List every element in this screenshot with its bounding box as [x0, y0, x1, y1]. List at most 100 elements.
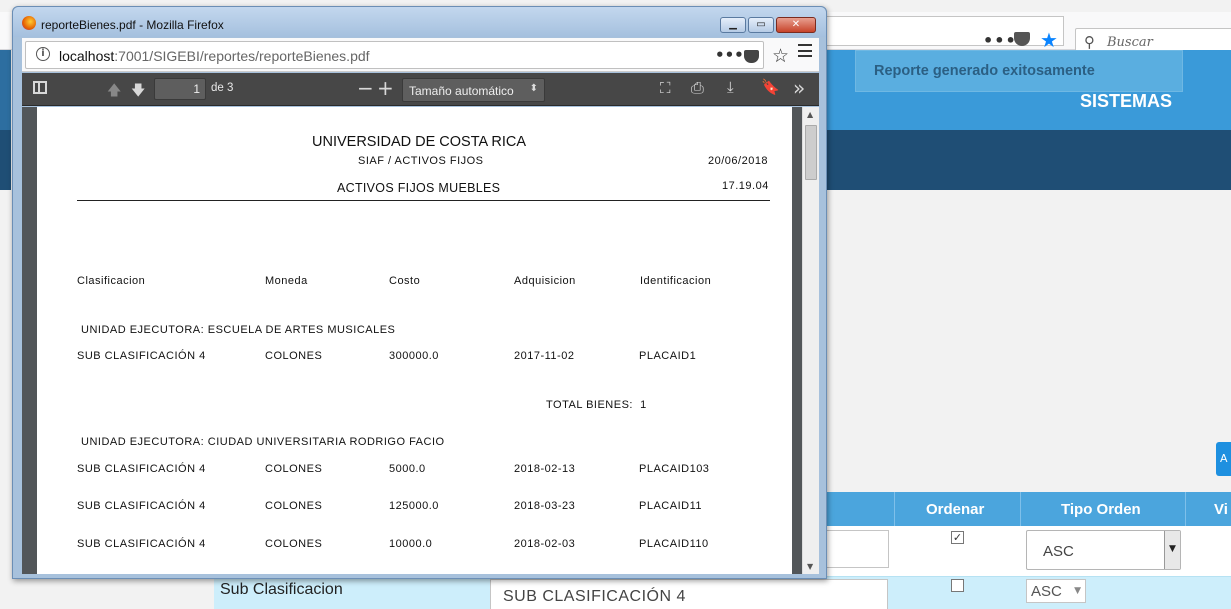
- table-header-row: Ordenar Tipo Orden Vi: [826, 492, 1231, 526]
- bg-action-button[interactable]: A: [1216, 442, 1231, 476]
- col-clasificacion: Clasificacion: [77, 275, 146, 287]
- bg-action-button-label: A: [1220, 452, 1228, 465]
- maximize-button[interactable]: ▭: [748, 17, 774, 33]
- tipo-orden-select-row1[interactable]: ASC ▼: [1026, 530, 1181, 570]
- cell-identificacion: PLACAID1: [639, 350, 697, 362]
- bg-bookmark-star-icon[interactable]: ★: [1040, 28, 1058, 52]
- previous-page-icon[interactable]: 🡅: [107, 80, 121, 104]
- toast-message: Reporte generado exitosamente: [874, 63, 1095, 79]
- col-moneda: Moneda: [265, 275, 308, 287]
- page-count: de 3: [211, 82, 234, 94]
- firefox-icon: [22, 16, 36, 30]
- row2-value-field[interactable]: SUB CLASIFICACIÓN 4: [490, 579, 888, 609]
- bg-navbar: [826, 130, 1231, 190]
- doc-system: SIAF / ACTIVOS FIJOS: [358, 155, 484, 167]
- tipo-orden-select-row2[interactable]: ASC ▼: [1026, 579, 1086, 603]
- window-title: reporteBienes.pdf - Mozilla Firefox: [41, 18, 224, 32]
- cell-moneda: COLONES: [265, 463, 323, 475]
- url-host: localhost: [59, 48, 115, 64]
- pdf-page: UNIVERSIDAD DE COSTA RICA SIAF / ACTIVOS…: [37, 107, 792, 574]
- brand-label: SISTEMAS: [1080, 91, 1173, 111]
- url-field[interactable]: i localhost:7001/SIGEBI/reportes/reporte…: [25, 41, 789, 69]
- cell-adquisicion: 2017-11-02: [514, 350, 575, 362]
- chevron-down-icon: ▼: [1074, 586, 1081, 596]
- group-total: TOTAL BIENES: 1: [546, 399, 647, 411]
- pdf-viewer[interactable]: UNIVERSIDAD DE COSTA RICA SIAF / ACTIVOS…: [22, 107, 819, 574]
- close-icon: ✕: [791, 19, 801, 30]
- cell-moneda: COLONES: [265, 538, 323, 550]
- cell-identificacion: PLACAID103: [639, 463, 710, 475]
- cell-adquisicion: 2018-03-23: [514, 500, 576, 512]
- search-icon: ⚲: [1084, 33, 1095, 51]
- cell-identificacion: PLACAID110: [639, 538, 709, 550]
- bookmark-star-icon[interactable]: ☆: [772, 45, 789, 67]
- cell-clasificacion: SUB CLASIFICACIÓN 4: [77, 350, 206, 362]
- hamburger-menu-icon[interactable]: [798, 44, 812, 57]
- cell-costo: 5000.0: [389, 463, 426, 475]
- next-page-icon[interactable]: 🡇: [131, 80, 145, 104]
- group-heading: UNIDAD EJECUTORA: ESCUELA DE ARTES MUSIC…: [81, 324, 396, 336]
- pdf-popup-window: reporteBienes.pdf - Mozilla Firefox ▁ ▭ …: [12, 6, 827, 579]
- bookmark-icon[interactable]: 🔖: [761, 78, 780, 96]
- success-toast: Reporte generado exitosamente: [855, 50, 1183, 92]
- cell-costo: 300000.0: [389, 350, 439, 362]
- zoom-value: Tamaño automático: [409, 84, 514, 98]
- row2-label: Sub Clasificacion: [220, 581, 343, 598]
- row2-value: SUB CLASIFICACIÓN 4: [503, 588, 686, 605]
- group-heading: UNIDAD EJECUTORA: CIUDAD UNIVERSITARIA R…: [81, 436, 445, 448]
- bg-search-placeholder: Buscar: [1107, 35, 1153, 50]
- cell-clasificacion: SUB CLASIFICACIÓN 4: [77, 538, 206, 550]
- bg-page-actions-icon[interactable]: •••: [983, 31, 1017, 50]
- close-button[interactable]: ✕: [776, 17, 816, 33]
- zoom-select[interactable]: Tamaño automático ⬍: [402, 78, 545, 102]
- page-number-input[interactable]: 1: [154, 78, 206, 100]
- scroll-down-icon[interactable]: ▼: [807, 562, 813, 571]
- ordenar-checkbox-row2[interactable]: [951, 579, 964, 592]
- maximize-icon: ▭: [756, 19, 766, 30]
- minimize-button[interactable]: ▁: [720, 17, 746, 33]
- cell-adquisicion: 2018-02-03: [514, 538, 576, 550]
- tools-chevron-icon[interactable]: »: [793, 76, 805, 100]
- cell-moneda: COLONES: [265, 500, 323, 512]
- minimize-icon: ▁: [729, 19, 737, 30]
- sidebar-toggle-icon[interactable]: [33, 81, 47, 94]
- page-actions-icon[interactable]: •••: [715, 46, 744, 64]
- zoom-out-icon[interactable]: −: [357, 76, 374, 100]
- th-ordenar[interactable]: Ordenar: [926, 501, 984, 518]
- chevron-down-icon: ▼: [1169, 544, 1176, 554]
- presentation-mode-icon[interactable]: ⛶: [660, 79, 671, 97]
- table-row: Sub Clasificacion SUB CLASIFICACIÓN 4 AS…: [214, 576, 1231, 609]
- window-titlebar[interactable]: reporteBienes.pdf - Mozilla Firefox ▁ ▭ …: [13, 7, 826, 37]
- cell-moneda: COLONES: [265, 350, 323, 362]
- select-dropdown-button[interactable]: ▼: [1164, 531, 1180, 569]
- col-costo: Costo: [389, 275, 421, 287]
- doc-time: 17.19.04: [722, 180, 769, 192]
- col-adquisicion: Adquisicion: [514, 275, 576, 287]
- pocket-icon[interactable]: [744, 50, 759, 63]
- doc-title: ACTIVOS FIJOS MUEBLES: [337, 181, 501, 195]
- doc-org: UNIVERSIDAD DE COSTA RICA: [312, 134, 527, 150]
- url-path: :7001/SIGEBI/reportes/reporteBienes.pdf: [114, 48, 370, 64]
- col-identificacion: Identificacion: [640, 275, 712, 287]
- table-row: ✓ ASC ▼: [826, 526, 1231, 576]
- row1-input[interactable]: [826, 530, 889, 568]
- cell-costo: 10000.0: [389, 538, 433, 550]
- zoom-in-icon[interactable]: +: [377, 76, 394, 100]
- cell-adquisicion: 2018-02-13: [514, 463, 576, 475]
- th-vi[interactable]: Vi: [1214, 501, 1228, 518]
- tipo-orden-value-row2: ASC: [1031, 583, 1062, 600]
- cell-costo: 125000.0: [389, 500, 439, 512]
- scroll-thumb[interactable]: [805, 125, 817, 180]
- print-icon[interactable]: ⎙: [691, 78, 704, 98]
- bg-left-strip-dark: [0, 130, 11, 190]
- scroll-up-icon[interactable]: ▲: [807, 110, 813, 119]
- cell-clasificacion: SUB CLASIFICACIÓN 4: [77, 463, 206, 475]
- th-tipo-orden[interactable]: Tipo Orden: [1061, 501, 1141, 518]
- download-icon[interactable]: ⤓: [727, 78, 734, 96]
- tipo-orden-value-row1: ASC: [1043, 543, 1074, 560]
- pdf-toolbar: 🡅 🡇 1 de 3 − + Tamaño automático ⬍ ⛶ ⎙ ⤓…: [22, 73, 819, 106]
- vertical-scrollbar[interactable]: ▲ ▼: [802, 107, 819, 574]
- ordenar-checkbox-row1[interactable]: ✓: [951, 531, 964, 544]
- info-icon[interactable]: i: [36, 47, 50, 61]
- doc-date: 20/06/2018: [708, 155, 769, 167]
